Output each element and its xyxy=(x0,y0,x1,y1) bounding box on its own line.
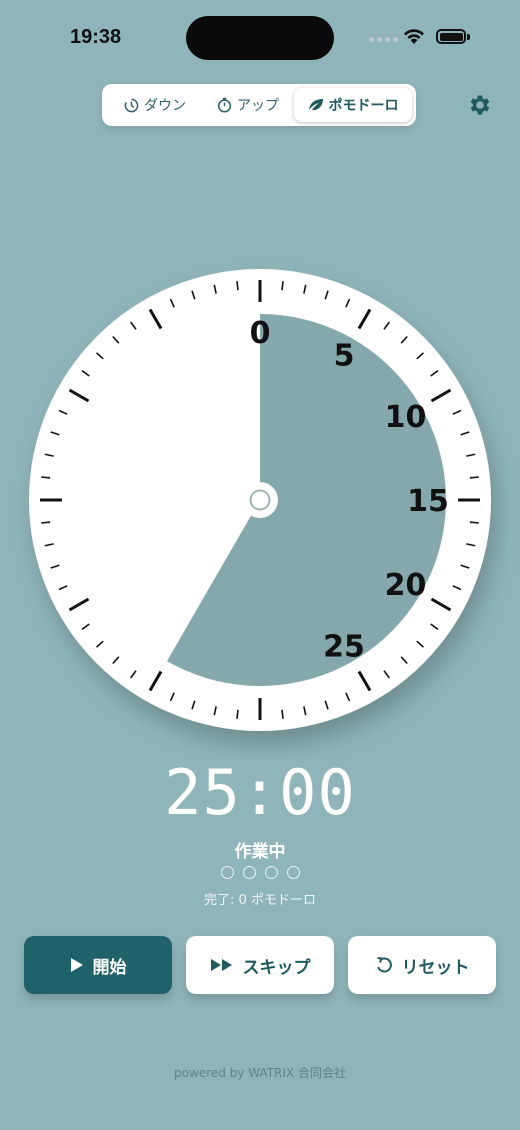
minor-tick xyxy=(469,476,479,479)
completed-count: 完了: 0 ポモドーロ xyxy=(204,893,316,908)
session-dot xyxy=(286,866,300,879)
minor-tick xyxy=(236,281,239,291)
session-dot xyxy=(264,866,278,879)
minor-tick xyxy=(236,709,239,719)
dial-label-0: 0 xyxy=(250,316,271,351)
reset-button-label: リセット xyxy=(401,957,470,978)
skip-button-label: スキップ xyxy=(242,957,311,978)
minor-tick xyxy=(41,476,51,479)
dial-label-10: 10 xyxy=(385,400,427,435)
start-button[interactable]: 開始 xyxy=(24,936,172,994)
dial-label-5: 5 xyxy=(334,339,355,374)
minor-tick xyxy=(41,521,51,524)
session-dot xyxy=(242,866,256,879)
session-dot xyxy=(220,866,234,879)
start-button-label: 開始 xyxy=(92,957,127,978)
skip-button[interactable]: スキップ xyxy=(186,936,334,994)
dial-label-20: 20 xyxy=(385,568,427,603)
minor-tick xyxy=(281,709,284,719)
fast-forward-icon xyxy=(210,959,232,971)
reset-button[interactable]: リセット xyxy=(348,936,496,994)
timer-dial[interactable]: 0 5 10 15 20 25 xyxy=(0,0,520,760)
minor-tick xyxy=(281,281,284,291)
dial-label-15: 15 xyxy=(407,484,449,519)
time-readout: 25:00 xyxy=(164,756,356,829)
phase-label: 作業中 xyxy=(234,842,286,862)
footer-credit: powered by WATRIX 合同会社 xyxy=(174,1066,346,1080)
minor-tick xyxy=(469,521,479,524)
reset-icon xyxy=(376,956,392,973)
session-progress-dots xyxy=(0,866,520,879)
dial-label-25: 25 xyxy=(323,629,365,664)
play-icon xyxy=(70,958,83,972)
